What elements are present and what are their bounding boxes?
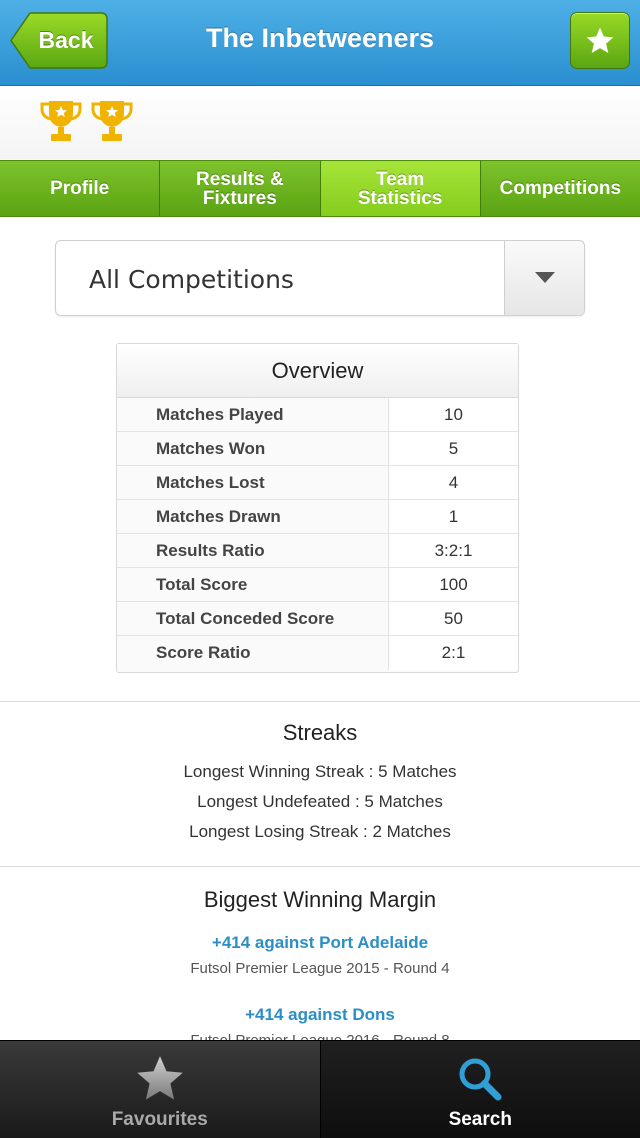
stat-label: Total Score [117, 568, 389, 601]
competition-select-value: All Competitions [89, 265, 294, 294]
divider [0, 866, 640, 867]
star-icon [586, 27, 614, 53]
dropdown-toggle[interactable] [504, 241, 584, 315]
chevron-down-icon [534, 272, 555, 283]
winning-margin-title: Biggest Winning Margin [203, 887, 437, 912]
trophy-bar [0, 87, 640, 159]
back-label: Back [38, 27, 94, 53]
stat-value: 5 [389, 432, 518, 465]
table-row: Score Ratio 2:1 [117, 636, 518, 670]
stat-value: 50 [389, 602, 518, 635]
tabbar-search[interactable]: Search [320, 1041, 640, 1138]
stat-label: Matches Lost [117, 466, 389, 499]
trophy-icon [40, 101, 82, 141]
section-tabs: Profile Results & Fixtures Team Statisti… [0, 160, 640, 217]
stat-value: 4 [389, 466, 518, 499]
competition-select[interactable]: All Competitions [55, 240, 585, 316]
stat-value: 3:2:1 [389, 534, 518, 567]
tabbar-favourites[interactable]: Favourites [0, 1041, 321, 1138]
page-title: The Inbetweeners [205, 23, 435, 53]
stat-label: Score Ratio [117, 636, 389, 670]
bottom-tab-bar: Favourites Search [0, 1040, 640, 1138]
tabbar-label: Search [448, 1109, 512, 1130]
stat-label: Total Conceded Score [117, 602, 389, 635]
table-row: Matches Played 10 [117, 398, 518, 432]
star-icon [137, 1056, 183, 1100]
table-row: Total Score 100 [117, 568, 518, 602]
tab-competitions[interactable]: Competitions [480, 161, 640, 216]
back-button[interactable]: Back [10, 12, 108, 69]
stat-value: 10 [389, 398, 518, 431]
tab-team-statistics[interactable]: Team Statistics [320, 161, 481, 216]
table-row: Matches Lost 4 [117, 466, 518, 500]
favourite-button[interactable] [570, 12, 630, 69]
tab-profile[interactable]: Profile [0, 161, 161, 216]
stat-value: 100 [389, 568, 518, 601]
margin-result-link[interactable]: +414 against Port Adelaide [0, 933, 640, 953]
streak-line: Longest Undefeated : 5 Matches [197, 792, 443, 811]
table-row: Matches Drawn 1 [117, 500, 518, 534]
overview-table: Overview Matches Played 10 Matches Won 5… [116, 343, 519, 673]
stat-label: Matches Played [117, 398, 389, 431]
margin-result-link[interactable]: +414 against Dons [0, 1005, 640, 1025]
nav-bar: Back The Inbetweeners [0, 0, 640, 86]
divider [0, 701, 640, 702]
table-row: Matches Won 5 [117, 432, 518, 466]
stat-label: Results Ratio [117, 534, 389, 567]
stat-value: 2:1 [389, 636, 518, 670]
search-icon [459, 1058, 502, 1101]
trophy-icon [91, 101, 133, 141]
stat-label: Matches Won [117, 432, 389, 465]
table-row: Total Conceded Score 50 [117, 602, 518, 636]
tabbar-label: Favourites [111, 1109, 208, 1130]
stat-label: Matches Drawn [117, 500, 389, 533]
tab-results-fixtures[interactable]: Results & Fixtures [160, 161, 321, 216]
streak-line: Longest Winning Streak : 5 Matches [183, 762, 457, 781]
streak-line: Longest Losing Streak : 2 Matches [189, 822, 451, 841]
streaks-title: Streaks [282, 720, 358, 745]
overview-title: Overview [117, 344, 518, 398]
margin-detail: Futsol Premier League 2015 - Round 4 [190, 960, 450, 977]
stat-value: 1 [389, 500, 518, 533]
table-row: Results Ratio 3:2:1 [117, 534, 518, 568]
